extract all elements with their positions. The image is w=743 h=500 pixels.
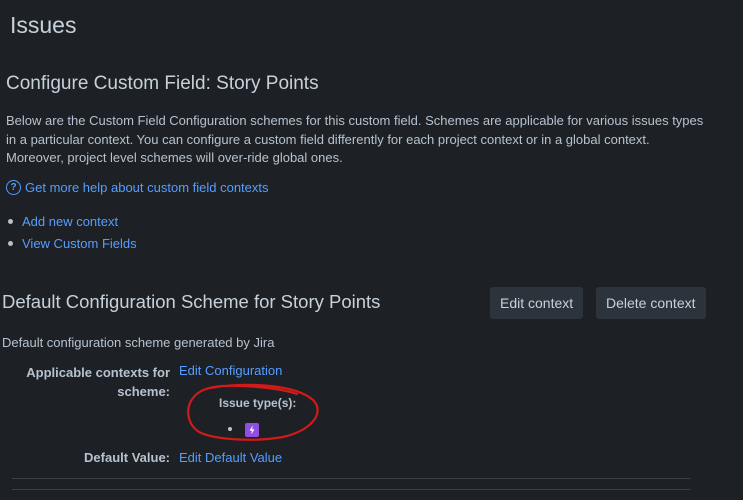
page-title: Issues bbox=[10, 12, 77, 38]
edit-context-button[interactable]: Edit context bbox=[490, 287, 584, 319]
edit-default-value-link[interactable]: Edit Default Value bbox=[179, 450, 282, 465]
action-links: Add new context View Custom Fields bbox=[8, 210, 137, 254]
applicable-contexts-label: Applicable contexts for scheme: bbox=[26, 365, 170, 399]
default-value-label: Default Value: bbox=[84, 450, 170, 465]
help-link[interactable]: ? Get more help about custom field conte… bbox=[6, 180, 269, 195]
view-custom-fields-link[interactable]: View Custom Fields bbox=[22, 236, 137, 251]
list-item: Add new context bbox=[8, 210, 137, 232]
configure-title: Configure Custom Field: Story Points bbox=[6, 73, 319, 94]
red-annotation-circle bbox=[187, 383, 319, 441]
add-new-context-link[interactable]: Add new context bbox=[22, 214, 118, 229]
divider bbox=[12, 478, 690, 479]
scheme-description: Default configuration scheme generated b… bbox=[2, 335, 275, 350]
help-link-label[interactable]: Get more help about custom field context… bbox=[25, 180, 269, 195]
edit-configuration-link[interactable]: Edit Configuration bbox=[179, 363, 282, 378]
list-item: View Custom Fields bbox=[8, 232, 137, 254]
delete-context-button[interactable]: Delete context bbox=[596, 287, 706, 319]
configure-description: Below are the Custom Field Configuration… bbox=[6, 113, 704, 165]
scheme-title: Default Configuration Scheme for Story P… bbox=[2, 291, 381, 312]
question-circle-icon: ? bbox=[6, 180, 21, 195]
divider bbox=[12, 489, 690, 490]
